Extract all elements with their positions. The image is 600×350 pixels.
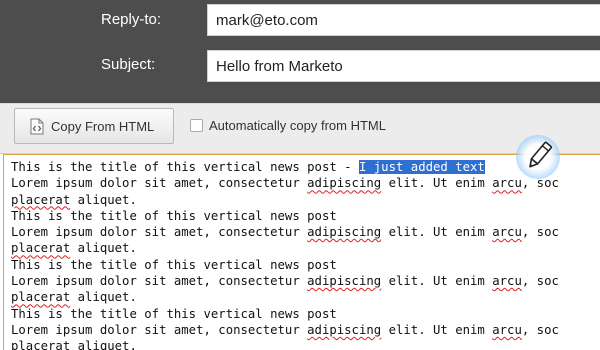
body-text: elit. Ut enim bbox=[381, 322, 493, 337]
body-text: , soc bbox=[521, 225, 559, 240]
body-text: aliquet. bbox=[70, 339, 137, 350]
body-text: aliquet. bbox=[70, 192, 137, 207]
editor-content[interactable]: This is the title of this vertical news … bbox=[11, 159, 559, 350]
misspelled-word: arcu bbox=[492, 274, 522, 289]
subject-label: Subject: bbox=[101, 56, 156, 73]
copy-from-html-label: Copy From HTML bbox=[51, 119, 155, 134]
misspelled-word: arcu bbox=[492, 225, 522, 240]
post-body-line: placerat aliquet. bbox=[11, 289, 559, 305]
editor-toolbar: Copy From HTML Automatically copy from H… bbox=[0, 103, 600, 154]
misspelled-word: placerat bbox=[11, 339, 71, 350]
body-text: aliquet. bbox=[70, 241, 137, 256]
misspelled-word: adipiscing bbox=[307, 322, 382, 337]
post-body-line: Lorem ipsum dolor sit amet, consectetur … bbox=[11, 175, 559, 191]
post-body-line: Lorem ipsum dolor sit amet, consectetur … bbox=[11, 273, 559, 289]
body-text: Lorem ipsum dolor sit amet, consectetur bbox=[11, 322, 308, 337]
subject-input[interactable]: Hello from Marketo bbox=[207, 50, 600, 82]
post-body-line: placerat aliquet. bbox=[11, 192, 559, 208]
body-text: elit. Ut enim bbox=[381, 225, 493, 240]
body-text: Lorem ipsum dolor sit amet, consectetur bbox=[11, 176, 308, 191]
post-body-line: Lorem ipsum dolor sit amet, consectetur … bbox=[11, 224, 559, 240]
post-body-line: placerat aliquet. bbox=[11, 240, 559, 256]
title-text: This is the title of this vertical news … bbox=[11, 257, 337, 272]
html-code-icon bbox=[30, 118, 44, 135]
post-title-line: This is the title of this vertical news … bbox=[11, 306, 559, 322]
body-text: elit. Ut enim bbox=[381, 176, 493, 191]
misspelled-word: adipiscing bbox=[307, 274, 382, 289]
misspelled-word: adipiscing bbox=[307, 176, 382, 191]
copy-from-html-button[interactable]: Copy From HTML bbox=[14, 108, 174, 144]
reply-to-input[interactable]: mark@eto.com bbox=[207, 4, 600, 36]
misspelled-word: arcu bbox=[492, 176, 522, 191]
body-text: Lorem ipsum dolor sit amet, consectetur bbox=[11, 225, 308, 240]
title-text: This is the title of this vertical news … bbox=[11, 160, 359, 174]
misspelled-word: placerat bbox=[11, 192, 71, 207]
post-title-line: This is the title of this vertical news … bbox=[11, 257, 559, 273]
email-header: Reply-to: mark@eto.com Subject: Hello fr… bbox=[0, 0, 600, 103]
auto-copy-checkbox[interactable] bbox=[190, 119, 203, 132]
pencil-icon bbox=[529, 141, 553, 168]
misspelled-word: adipiscing bbox=[307, 225, 382, 240]
text-version-editor[interactable]: This is the title of this vertical news … bbox=[3, 154, 600, 350]
post-title-line: This is the title of this vertical news … bbox=[11, 159, 559, 175]
selected-text: I just added text bbox=[358, 160, 485, 174]
body-text: , soc bbox=[521, 274, 559, 289]
post-body-line: Lorem ipsum dolor sit amet, consectetur … bbox=[11, 322, 559, 338]
edit-cursor bbox=[516, 135, 560, 179]
body-text: aliquet. bbox=[70, 290, 137, 305]
misspelled-word: placerat bbox=[11, 241, 71, 256]
post-body-line: placerat aliquet. bbox=[11, 338, 559, 350]
title-text: This is the title of this vertical news … bbox=[11, 306, 337, 321]
auto-copy-label[interactable]: Automatically copy from HTML bbox=[209, 118, 386, 133]
reply-to-label: Reply-to: bbox=[101, 11, 162, 28]
title-text: This is the title of this vertical news … bbox=[11, 208, 337, 223]
misspelled-word: placerat bbox=[11, 290, 71, 305]
misspelled-word: arcu bbox=[492, 322, 522, 337]
body-text: , soc bbox=[521, 322, 559, 337]
body-text: Lorem ipsum dolor sit amet, consectetur bbox=[11, 274, 308, 289]
post-title-line: This is the title of this vertical news … bbox=[11, 208, 559, 224]
body-text: elit. Ut enim bbox=[381, 274, 493, 289]
